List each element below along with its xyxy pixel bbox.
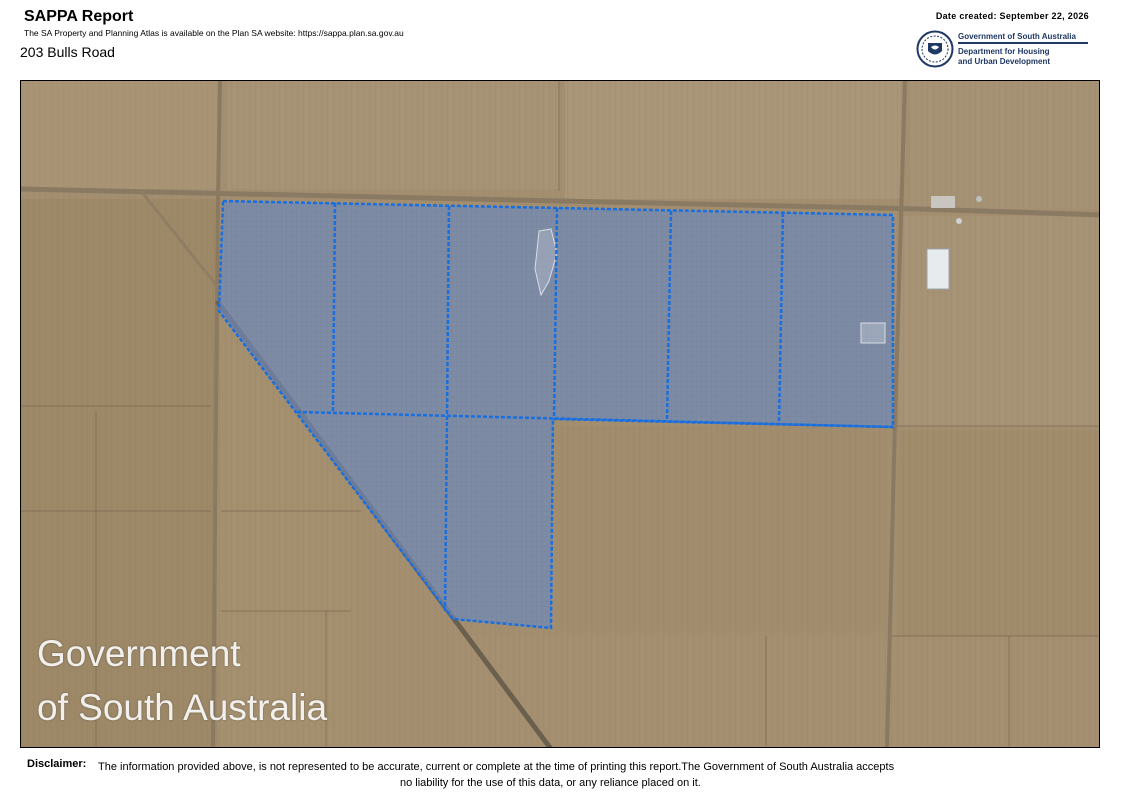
property-address: 203 Bulls Road: [20, 44, 115, 60]
sa-government-crest-icon: [916, 30, 954, 68]
house-roof: [931, 196, 955, 208]
report-title: SAPPA Report: [24, 8, 134, 25]
government-logo: Government of South Australia Department…: [916, 30, 1096, 70]
logo-divider: [958, 42, 1088, 44]
report-subtitle: The SA Property and Planning Atlas is av…: [24, 28, 404, 38]
logo-government-text: Government of South Australia: [958, 32, 1076, 41]
tank-icon-2: [976, 196, 982, 202]
logo-department-line2: and Urban Development: [958, 57, 1051, 66]
logo-department-line1: Department for Housing: [958, 47, 1050, 56]
disclaimer-line1: The information provided above, is not r…: [98, 761, 895, 773]
shed-roof: [926, 248, 950, 290]
watermark-line1: Government: [37, 633, 241, 674]
date-created: Date created: September 22, 2026: [935, 11, 1089, 21]
aerial-map[interactable]: Government of South Australia: [20, 80, 1100, 748]
disclaimer-line2: no liability for the use of this data, o…: [400, 777, 701, 789]
logo-department-text: Department for Housing and Urban Develop…: [958, 47, 1050, 67]
tank-icon: [956, 218, 962, 224]
watermark-line2: of South Australia: [37, 687, 328, 728]
disclaimer-label: Disclaimer:: [27, 758, 87, 770]
disclaimer-text: The information provided above, is not r…: [98, 759, 1078, 791]
